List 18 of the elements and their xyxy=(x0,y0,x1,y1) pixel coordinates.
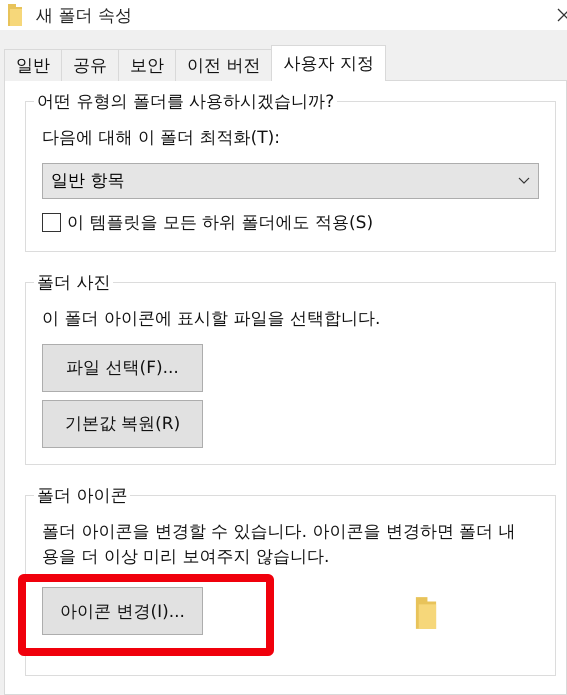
dropdown[interactable]: 일반 항목 xyxy=(42,162,539,199)
tab[interactable]: 공유 xyxy=(61,49,119,81)
change-icon-button[interactable]: 아이콘 변경(I)... xyxy=(42,587,203,636)
checkbox[interactable] xyxy=(42,213,61,232)
close-icon[interactable] xyxy=(557,8,567,22)
action-button[interactable]: 파일 선택(F)... xyxy=(42,344,203,392)
description: 폴더 아이콘을 변경할 수 있습니다. 아이콘을 변경하면 폴더 내용을 더 이상 미리 보여주지 않습니다. xyxy=(42,520,517,569)
action-button[interactable]: 기본값 복원(R) xyxy=(42,400,203,448)
tab[interactable]: 보안 xyxy=(118,49,176,81)
chevron-down-icon xyxy=(518,177,530,184)
folder-icon xyxy=(6,4,24,26)
window-title: 새 폴더 속성 xyxy=(36,4,133,26)
description: 이 폴더 아이콘에 표시할 파일을 선택합니다. xyxy=(42,308,382,332)
tab[interactable]: 일반 xyxy=(4,49,62,81)
field-label: 다음에 대해 이 폴더 최적화(T): xyxy=(42,127,281,150)
tab[interactable]: 사용자 지정 xyxy=(271,45,386,81)
tab[interactable]: 이전 버전 xyxy=(175,49,272,81)
checkbox-label: 이 템플릿을 모든 하위 폴더에도 적용(S) xyxy=(67,212,374,235)
